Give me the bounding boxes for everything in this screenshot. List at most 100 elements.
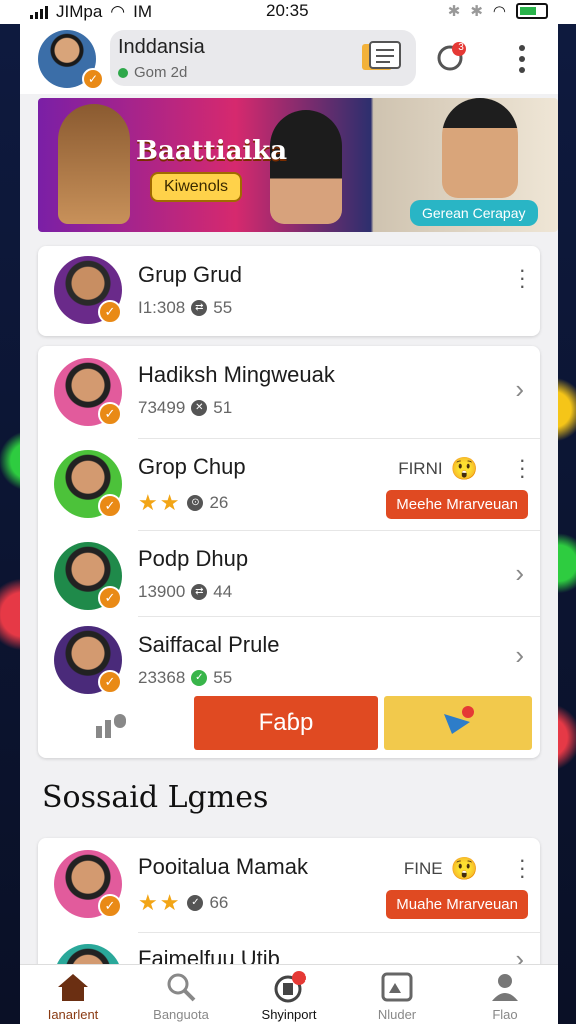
clock: 20:35 bbox=[266, 1, 309, 20]
nav-label: Flao bbox=[492, 1007, 518, 1022]
game-name: Pooitalua Mamak bbox=[138, 854, 308, 879]
close-icon: ✕ bbox=[191, 400, 208, 416]
link-icon: ⇄ bbox=[191, 584, 208, 600]
meta-count: 55 bbox=[213, 298, 233, 317]
meta-value: 23368 bbox=[138, 668, 186, 687]
verified-check-icon: ✓ bbox=[98, 586, 122, 610]
network-label: IM bbox=[133, 2, 153, 21]
send-button[interactable] bbox=[384, 696, 532, 750]
party-emoji-icon: 😲 bbox=[450, 456, 478, 481]
list-item[interactable]: ✓ Hadiksh Mingweuak 73499 ✕ 51 › bbox=[38, 346, 540, 438]
nav-label: Ianarlent bbox=[47, 1007, 99, 1022]
verified-check-icon: ✓ bbox=[98, 494, 122, 518]
verified-check-icon: ✓ bbox=[98, 402, 122, 426]
group-name: Saiffacal Prule bbox=[138, 632, 280, 657]
bluetooth-icon: ✱ bbox=[447, 3, 461, 20]
group-name: Podp Dhup bbox=[138, 546, 249, 571]
group-meta: 13900 ⇄ 44 bbox=[138, 582, 232, 602]
nav-home[interactable]: Ianarlent bbox=[28, 971, 118, 1022]
group-meta: ★★ ⊙ 26 bbox=[138, 490, 228, 516]
banner-chip[interactable]: Gerean Cerapay bbox=[410, 200, 538, 226]
nav-profile[interactable]: Flao bbox=[460, 971, 550, 1022]
banner-title: Baattiaika bbox=[136, 136, 288, 166]
meta-count: 51 bbox=[213, 398, 233, 417]
list-item[interactable]: ✓ Podp Dhup 13900 ⇄ 44 › bbox=[38, 530, 540, 622]
more-options-icon[interactable]: · · · bbox=[519, 259, 526, 297]
chevron-right-icon[interactable]: › bbox=[515, 558, 524, 589]
group-meta: 73499 ✕ 51 bbox=[138, 398, 232, 418]
action-button[interactable]: Muahe Mrarveuan bbox=[386, 890, 528, 919]
calendar-icon[interactable] bbox=[360, 40, 402, 74]
battery-icon bbox=[516, 3, 548, 19]
app-header: ✓ Inddansia Gom 2d 3 bbox=[20, 24, 558, 94]
signal-icon bbox=[30, 5, 48, 19]
home-icon bbox=[58, 974, 88, 1001]
meta-value: 73499 bbox=[138, 398, 186, 417]
search-icon bbox=[167, 973, 196, 1002]
chevron-right-icon[interactable]: › bbox=[515, 640, 524, 671]
wifi-icon-right: ◠ bbox=[492, 3, 506, 20]
group-name: Grup Grud bbox=[138, 262, 242, 287]
profile-status-text: Gom 2d bbox=[134, 64, 188, 81]
action-button[interactable]: Meehe Mrarveuan bbox=[386, 490, 528, 519]
status-bar: JIMpa ◠ IM 20:35 ✱ ✱ ◠ bbox=[0, 0, 576, 24]
verified-check-icon: ✓ bbox=[98, 894, 122, 918]
banner-person-center bbox=[270, 110, 342, 224]
meta-count: 55 bbox=[213, 668, 233, 687]
group-card-single[interactable]: ✓ Grup Grud I1:308 ⇄ 55 · · · bbox=[38, 246, 540, 336]
group-name: Hadiksh Mingweuak bbox=[138, 362, 335, 387]
link-icon: ⇄ bbox=[191, 300, 208, 316]
list-item[interactable]: ✓ Grop Chup ★★ ⊙ 26 FIRNI 😲 · · · Meehe Mra… bbox=[38, 438, 540, 530]
check-icon: ✓ bbox=[191, 670, 208, 686]
more-menu-icon[interactable] bbox=[512, 42, 532, 76]
group-meta: 23368 ✓ 55 bbox=[138, 668, 232, 688]
group-name: Grop Chup bbox=[138, 454, 246, 479]
verified-check-icon: ✓ bbox=[82, 68, 104, 90]
wifi-icon: ◠ bbox=[110, 2, 126, 21]
location-icon: ⊙ bbox=[187, 495, 204, 511]
profile-icon bbox=[492, 974, 518, 1001]
tag-label: FIRNI bbox=[398, 459, 443, 478]
game-tag: FINE 😲 bbox=[404, 856, 478, 882]
nav-search[interactable]: Banguota bbox=[136, 971, 226, 1022]
nav-label: Banguota bbox=[153, 1007, 209, 1022]
meta-value: 13900 bbox=[138, 582, 186, 601]
profile-status: Gom 2d bbox=[118, 64, 187, 81]
group-tag: FIRNI 😲 bbox=[398, 456, 478, 482]
meta-count: 26 bbox=[209, 493, 229, 512]
game-meta: ★★ ✓ 66 bbox=[138, 890, 228, 916]
list-item[interactable]: ✓ Saiffacal Prule 23368 ✓ 55 › bbox=[38, 616, 540, 700]
verified-check-icon: ✓ bbox=[98, 670, 122, 694]
carrier-label: JIMpa bbox=[56, 2, 103, 21]
nav-badge: 1 bbox=[304, 973, 310, 984]
gallery-icon bbox=[381, 972, 413, 1002]
check-icon: ✓ bbox=[187, 895, 204, 911]
online-dot-icon bbox=[118, 67, 128, 78]
nav-gallery[interactable]: Nluder bbox=[352, 971, 442, 1022]
more-options-icon[interactable]: · · · bbox=[519, 849, 526, 887]
meta-value: I1:308 bbox=[138, 298, 186, 317]
chevron-right-icon[interactable]: › bbox=[515, 374, 524, 405]
games-list-card: ✓ Pooitalua Mamak ★★ ✓ 66 FINE 😲 · · · Muah… bbox=[38, 838, 540, 978]
group-list-card: ✓ Hadiksh Mingweuak 73499 ✕ 51 › ✓ Grop … bbox=[38, 346, 540, 758]
nav-activity[interactable]: 1 Shyinport bbox=[244, 971, 334, 1022]
banner-person-right bbox=[442, 98, 518, 198]
rating-stars: ★★ bbox=[138, 490, 182, 515]
more-options-icon[interactable]: · · · bbox=[519, 449, 526, 487]
stats-icon[interactable] bbox=[94, 710, 130, 740]
primary-action-button[interactable]: Faɓp bbox=[194, 696, 378, 750]
dnd-icon: ✱ bbox=[470, 3, 483, 20]
banner-badge[interactable]: Kiwenols bbox=[150, 172, 243, 202]
verified-check-icon: ✓ bbox=[98, 300, 122, 324]
list-item[interactable]: ✓ Grup Grud I1:308 ⇄ 55 · · · bbox=[38, 246, 540, 338]
rating-stars: ★★ bbox=[138, 890, 182, 915]
profile-name: Inddansia bbox=[118, 36, 205, 58]
meta-count: 44 bbox=[213, 582, 233, 601]
promo-banner[interactable]: Baattiaika Kiwenols Gerean Cerapay bbox=[38, 98, 558, 232]
party-emoji-icon: 😲 bbox=[450, 856, 478, 881]
nav-label: Nluder bbox=[377, 1007, 417, 1022]
bottom-navigation: Ianarlent Banguota 1 Shyinport Nluder Fl… bbox=[20, 964, 558, 1024]
banner-person-left bbox=[58, 104, 130, 224]
meta-count: 66 bbox=[209, 893, 229, 912]
list-item[interactable]: ✓ Pooitalua Mamak ★★ ✓ 66 FINE 😲 · · · Muah… bbox=[38, 838, 540, 930]
